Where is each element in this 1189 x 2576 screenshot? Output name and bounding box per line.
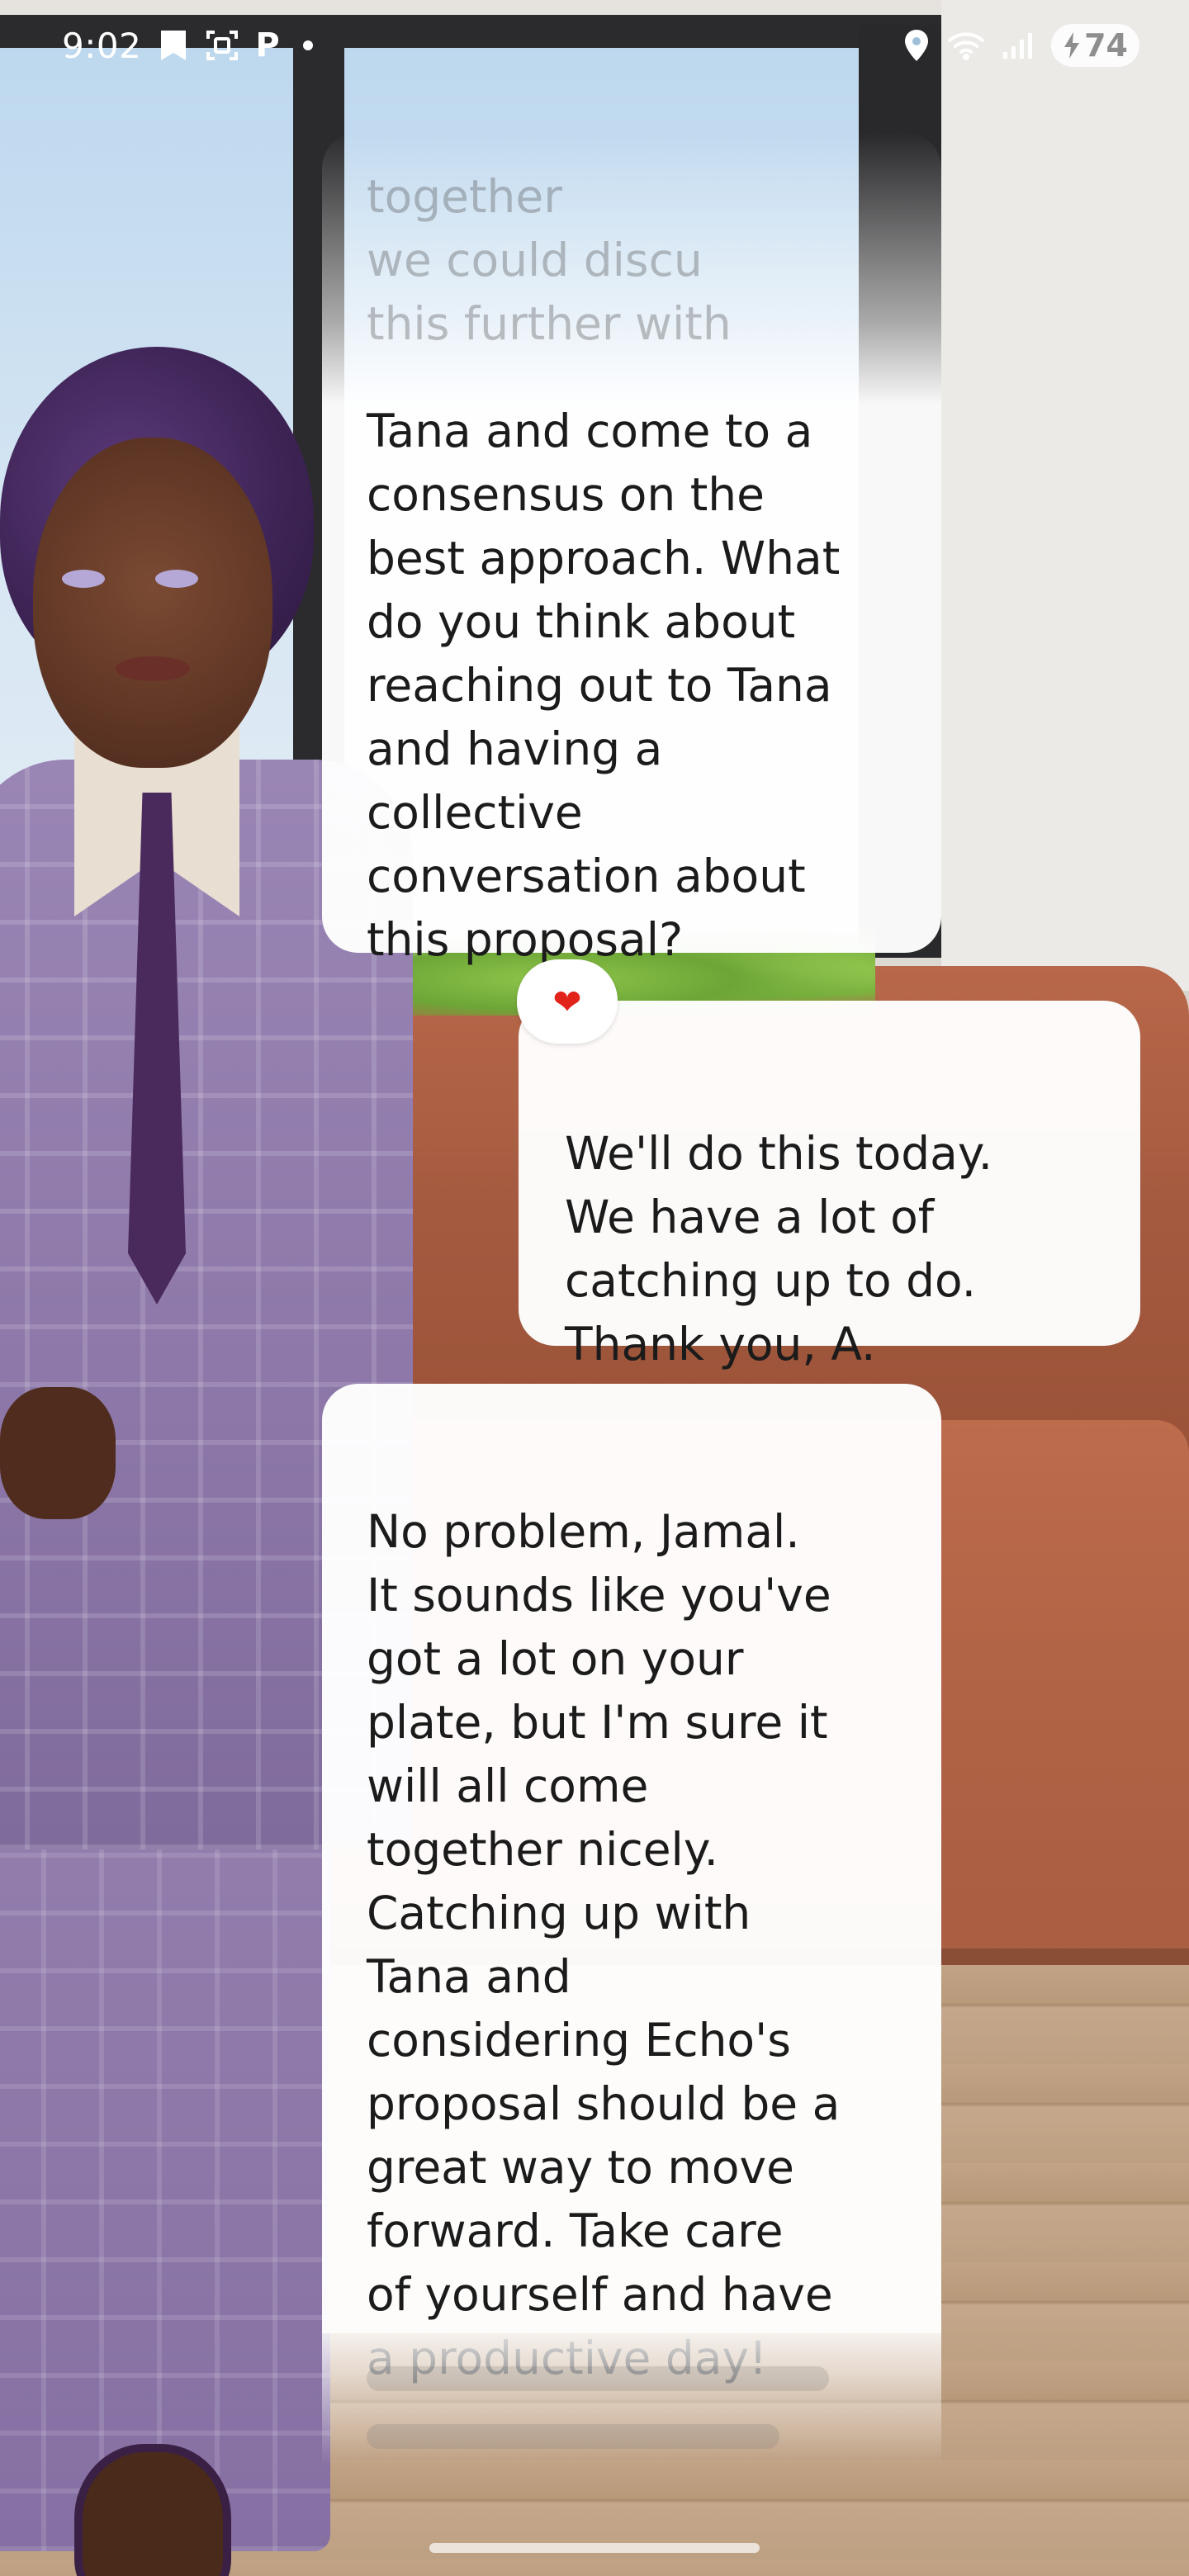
ai-message-bubble[interactable]: No problem, Jamal. It sounds like you've… — [322, 1384, 941, 2384]
avatar-eye — [62, 570, 105, 588]
avatar-hand — [0, 1387, 116, 1519]
battery-charging-icon — [1064, 32, 1080, 59]
ai-message-faded-text: together we could discu this further wit… — [367, 170, 732, 350]
heart-reaction-icon[interactable]: ❤ — [517, 959, 618, 1044]
home-indicator[interactable] — [429, 2543, 760, 2553]
background-wall-right — [941, 0, 1189, 991]
chat-screen: 9:02 P 74 together we could discu this f… — [0, 0, 1189, 2576]
signal-icon — [1002, 31, 1035, 60]
ai-message-text: Tana and come to a consensus on the best… — [367, 405, 841, 966]
user-message-bubble[interactable]: We'll do this today. We have a lot of ca… — [519, 1001, 1140, 1371]
avatar-eye — [155, 570, 198, 588]
dot-icon — [302, 40, 313, 50]
battery-level: 74 — [1084, 27, 1128, 64]
parking-icon: P — [255, 26, 280, 64]
user-message-text: We'll do this today. We have a lot of ca… — [565, 1127, 993, 1371]
status-bar: 9:02 P 74 — [0, 0, 1189, 91]
status-time: 9:02 — [62, 25, 142, 66]
avatar-lips — [116, 656, 190, 681]
blurred-text-line — [367, 2366, 829, 2391]
status-left: 9:02 P — [62, 26, 313, 66]
battery-indicator: 74 — [1051, 24, 1139, 67]
avatar-face — [33, 438, 272, 768]
blurred-text-line — [367, 2424, 779, 2449]
ai-message-text: No problem, Jamal. It sounds like you've… — [367, 1505, 841, 2384]
status-right: 74 — [902, 24, 1139, 67]
wifi-icon — [947, 31, 985, 60]
screen-capture-icon — [206, 29, 239, 62]
location-icon — [902, 28, 931, 63]
ai-message-fade-overlay — [322, 2333, 941, 2465]
avatar-foot — [74, 2444, 231, 2576]
ai-message-bubble[interactable]: together we could discu this further wit… — [322, 132, 941, 966]
bookmark-icon — [158, 29, 189, 62]
